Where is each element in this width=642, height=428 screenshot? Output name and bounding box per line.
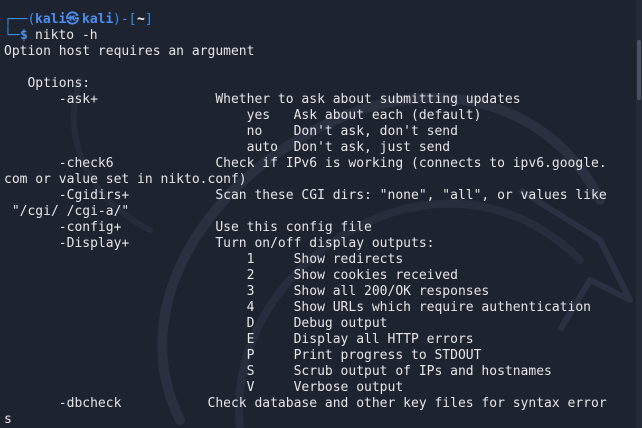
output-line: -ask+ Whether to ask about submitting up… <box>4 92 521 107</box>
typed-command: nikto -h <box>35 28 98 43</box>
scrollbar-thumb[interactable] <box>637 40 641 100</box>
prompt-dollar: $ <box>20 28 28 43</box>
output-line: -config+ Use this config file <box>4 220 372 235</box>
prompt-user: kali <box>35 12 67 27</box>
terminal-output[interactable]: ┌──( kali ㉿ kali )-[ ~ ] └─ $ nikto -h O… <box>0 0 642 428</box>
output-line: 3 Show all 200/OK responses <box>4 284 490 299</box>
output-line: -check6 Check if IPv6 is working (connec… <box>4 156 607 171</box>
output-line: E Display all HTTP errors <box>4 332 474 347</box>
prompt-close: ] <box>145 12 153 27</box>
output-line: "/cgi/ /cgi-a/" <box>4 204 130 219</box>
output-line: com or value set in nikto.conf) <box>4 172 247 187</box>
output-line: 4 Show URLs which require authentication <box>4 300 591 315</box>
prompt-header: ┌──( kali ㉿ kali )-[ ~ ] <box>0 12 153 28</box>
output-line: P Print progress to STDOUT <box>4 348 482 363</box>
output-line: D Debug output <box>4 316 388 331</box>
terminal-scrollbar[interactable] <box>636 0 642 428</box>
prompt-at-symbol: ㉿ <box>66 12 80 27</box>
prompt-dash: )-[ <box>113 12 137 27</box>
output-line: S Scrub output of IPs and hostnames <box>4 364 552 379</box>
prompt-host: kali <box>82 12 114 27</box>
output-line: 2 Show cookies received <box>4 268 458 283</box>
output-line: s <box>4 412 12 427</box>
output-line: Options: <box>4 76 91 91</box>
output-line: Option host requires an argument <box>4 44 255 59</box>
prompt-cwd: ~ <box>137 12 145 27</box>
output-line: -dbcheck Check database and other key fi… <box>4 396 607 411</box>
prompt-bracket-top: ┌──( <box>4 12 36 27</box>
output-line: yes Ask about each (default) <box>4 108 482 123</box>
output-line: -Cgidirs+ Scan these CGI dirs: "none", "… <box>4 188 607 203</box>
output-line: auto Don't ask, just send <box>4 140 451 155</box>
output-line: no Don't ask, don't send <box>4 124 458 139</box>
output-line: -Display+ Turn on/off display outputs: <box>4 236 435 251</box>
output-line: 1 Show redirects <box>4 252 404 267</box>
output-line: V Verbose output <box>4 380 404 395</box>
prompt-bracket-bottom: └─ <box>4 28 20 43</box>
prompt-command-line: └─ $ nikto -h <box>0 28 98 44</box>
